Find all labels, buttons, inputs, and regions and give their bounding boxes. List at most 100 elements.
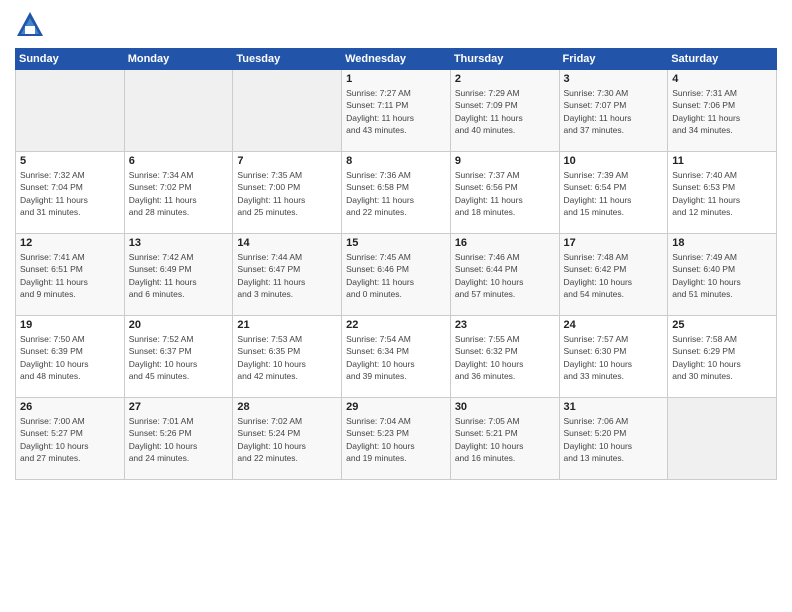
day-cell (16, 70, 125, 152)
weekday-friday: Friday (559, 49, 668, 70)
day-info: Sunrise: 7:42 AM Sunset: 6:49 PM Dayligh… (129, 251, 229, 300)
page: SundayMondayTuesdayWednesdayThursdayFrid… (0, 0, 792, 612)
day-number: 19 (20, 319, 120, 331)
day-cell (668, 398, 777, 480)
day-info: Sunrise: 7:32 AM Sunset: 7:04 PM Dayligh… (20, 169, 120, 218)
day-cell (233, 70, 342, 152)
day-number: 23 (455, 319, 555, 331)
day-info: Sunrise: 7:54 AM Sunset: 6:34 PM Dayligh… (346, 333, 446, 382)
day-number: 21 (237, 319, 337, 331)
day-info: Sunrise: 7:35 AM Sunset: 7:00 PM Dayligh… (237, 169, 337, 218)
day-cell: 25Sunrise: 7:58 AM Sunset: 6:29 PM Dayli… (668, 316, 777, 398)
day-cell: 20Sunrise: 7:52 AM Sunset: 6:37 PM Dayli… (124, 316, 233, 398)
day-info: Sunrise: 7:50 AM Sunset: 6:39 PM Dayligh… (20, 333, 120, 382)
day-number: 3 (564, 73, 664, 85)
day-info: Sunrise: 7:39 AM Sunset: 6:54 PM Dayligh… (564, 169, 664, 218)
day-cell: 6 Sunrise: 7:34 AM Sunset: 7:02 PM Daylig… (124, 152, 233, 234)
day-number: 30 (455, 401, 555, 413)
day-cell: 12 Sunrise: 7:41 AM Sunset: 6:51 PM Dayli… (16, 234, 125, 316)
day-info: Sunrise: 7:37 AM Sunset: 6:56 PM Dayligh… (455, 169, 555, 218)
week-row-3: 12 Sunrise: 7:41 AM Sunset: 6:51 PM Dayli… (16, 234, 777, 316)
day-number: 26 (20, 401, 120, 413)
day-info: Sunrise: 7:55 AM Sunset: 6:32 PM Dayligh… (455, 333, 555, 382)
day-info: Sunrise: 7:53 AM Sunset: 6:35 PM Dayligh… (237, 333, 337, 382)
day-number: 2 (455, 73, 555, 85)
day-number: 7 (237, 155, 337, 167)
week-row-1: 1 Sunrise: 7:27 AM Sunset: 7:11 PM Daylig… (16, 70, 777, 152)
day-info: Sunrise: 7:45 AM Sunset: 6:46 PM Dayligh… (346, 251, 446, 300)
day-number: 20 (129, 319, 229, 331)
day-number: 8 (346, 155, 446, 167)
day-cell: 19 Sunrise: 7:50 AM Sunset: 6:39 PM Dayli… (16, 316, 125, 398)
day-cell: 28 Sunrise: 7:02 AM Sunset: 5:24 PM Dayli… (233, 398, 342, 480)
weekday-wednesday: Wednesday (342, 49, 451, 70)
day-info: Sunrise: 7:41 AM Sunset: 6:51 PM Dayligh… (20, 251, 120, 300)
day-number: 12 (20, 237, 120, 249)
weekday-tuesday: Tuesday (233, 49, 342, 70)
day-number: 25 (672, 319, 772, 331)
weekday-monday: Monday (124, 49, 233, 70)
weekday-saturday: Saturday (668, 49, 777, 70)
day-info: Sunrise: 7:48 AM Sunset: 6:42 PM Dayligh… (564, 251, 664, 300)
day-cell: 1 Sunrise: 7:27 AM Sunset: 7:11 PM Daylig… (342, 70, 451, 152)
day-info: Sunrise: 7:44 AM Sunset: 6:47 PM Dayligh… (237, 251, 337, 300)
day-cell: 31Sunrise: 7:06 AM Sunset: 5:20 PM Dayli… (559, 398, 668, 480)
day-cell: 27 Sunrise: 7:01 AM Sunset: 5:26 PM Dayli… (124, 398, 233, 480)
day-info: Sunrise: 7:36 AM Sunset: 6:58 PM Dayligh… (346, 169, 446, 218)
day-cell: 17 Sunrise: 7:48 AM Sunset: 6:42 PM Dayli… (559, 234, 668, 316)
week-row-5: 26 Sunrise: 7:00 AM Sunset: 5:27 PM Dayli… (16, 398, 777, 480)
day-number: 27 (129, 401, 229, 413)
day-cell: 22 Sunrise: 7:54 AM Sunset: 6:34 PM Dayli… (342, 316, 451, 398)
day-info: Sunrise: 7:04 AM Sunset: 5:23 PM Dayligh… (346, 415, 446, 464)
day-number: 6 (129, 155, 229, 167)
day-number: 11 (672, 155, 772, 167)
day-cell: 26 Sunrise: 7:00 AM Sunset: 5:27 PM Dayli… (16, 398, 125, 480)
day-number: 28 (237, 401, 337, 413)
day-cell: 30 Sunrise: 7:05 AM Sunset: 5:21 PM Dayli… (450, 398, 559, 480)
week-row-2: 5Sunrise: 7:32 AM Sunset: 7:04 PM Daylig… (16, 152, 777, 234)
day-info: Sunrise: 7:57 AM Sunset: 6:30 PM Dayligh… (564, 333, 664, 382)
day-cell: 2 Sunrise: 7:29 AM Sunset: 7:09 PM Daylig… (450, 70, 559, 152)
day-info: Sunrise: 7:02 AM Sunset: 5:24 PM Dayligh… (237, 415, 337, 464)
day-info: Sunrise: 7:29 AM Sunset: 7:09 PM Dayligh… (455, 87, 555, 136)
day-info: Sunrise: 7:34 AM Sunset: 7:02 PM Dayligh… (129, 169, 229, 218)
day-cell: 29 Sunrise: 7:04 AM Sunset: 5:23 PM Dayli… (342, 398, 451, 480)
day-cell: 7 Sunrise: 7:35 AM Sunset: 7:00 PM Daylig… (233, 152, 342, 234)
calendar-table: SundayMondayTuesdayWednesdayThursdayFrid… (15, 48, 777, 480)
weekday-header-row: SundayMondayTuesdayWednesdayThursdayFrid… (16, 49, 777, 70)
day-info: Sunrise: 7:27 AM Sunset: 7:11 PM Dayligh… (346, 87, 446, 136)
day-cell: 8 Sunrise: 7:36 AM Sunset: 6:58 PM Daylig… (342, 152, 451, 234)
day-info: Sunrise: 7:01 AM Sunset: 5:26 PM Dayligh… (129, 415, 229, 464)
weekday-thursday: Thursday (450, 49, 559, 70)
day-number: 17 (564, 237, 664, 249)
week-row-4: 19 Sunrise: 7:50 AM Sunset: 6:39 PM Dayli… (16, 316, 777, 398)
day-cell: 15 Sunrise: 7:45 AM Sunset: 6:46 PM Dayli… (342, 234, 451, 316)
day-number: 29 (346, 401, 446, 413)
day-cell: 21 Sunrise: 7:53 AM Sunset: 6:35 PM Dayli… (233, 316, 342, 398)
day-number: 4 (672, 73, 772, 85)
day-info: Sunrise: 7:31 AM Sunset: 7:06 PM Dayligh… (672, 87, 772, 136)
day-number: 22 (346, 319, 446, 331)
day-info: Sunrise: 7:05 AM Sunset: 5:21 PM Dayligh… (455, 415, 555, 464)
logo (15, 10, 49, 40)
day-number: 31 (564, 401, 664, 413)
day-number: 14 (237, 237, 337, 249)
day-cell: 5Sunrise: 7:32 AM Sunset: 7:04 PM Daylig… (16, 152, 125, 234)
day-cell: 18Sunrise: 7:49 AM Sunset: 6:40 PM Dayli… (668, 234, 777, 316)
day-info: Sunrise: 7:40 AM Sunset: 6:53 PM Dayligh… (672, 169, 772, 218)
day-info: Sunrise: 7:00 AM Sunset: 5:27 PM Dayligh… (20, 415, 120, 464)
day-number: 9 (455, 155, 555, 167)
day-info: Sunrise: 7:49 AM Sunset: 6:40 PM Dayligh… (672, 251, 772, 300)
day-cell: 4 Sunrise: 7:31 AM Sunset: 7:06 PM Daylig… (668, 70, 777, 152)
day-number: 15 (346, 237, 446, 249)
day-info: Sunrise: 7:30 AM Sunset: 7:07 PM Dayligh… (564, 87, 664, 136)
day-number: 10 (564, 155, 664, 167)
day-number: 24 (564, 319, 664, 331)
day-number: 1 (346, 73, 446, 85)
day-info: Sunrise: 7:46 AM Sunset: 6:44 PM Dayligh… (455, 251, 555, 300)
logo-icon (15, 10, 45, 40)
day-cell: 3 Sunrise: 7:30 AM Sunset: 7:07 PM Daylig… (559, 70, 668, 152)
day-cell: 23 Sunrise: 7:55 AM Sunset: 6:32 PM Dayli… (450, 316, 559, 398)
day-cell: 14 Sunrise: 7:44 AM Sunset: 6:47 PM Dayli… (233, 234, 342, 316)
day-cell: 24 Sunrise: 7:57 AM Sunset: 6:30 PM Dayli… (559, 316, 668, 398)
